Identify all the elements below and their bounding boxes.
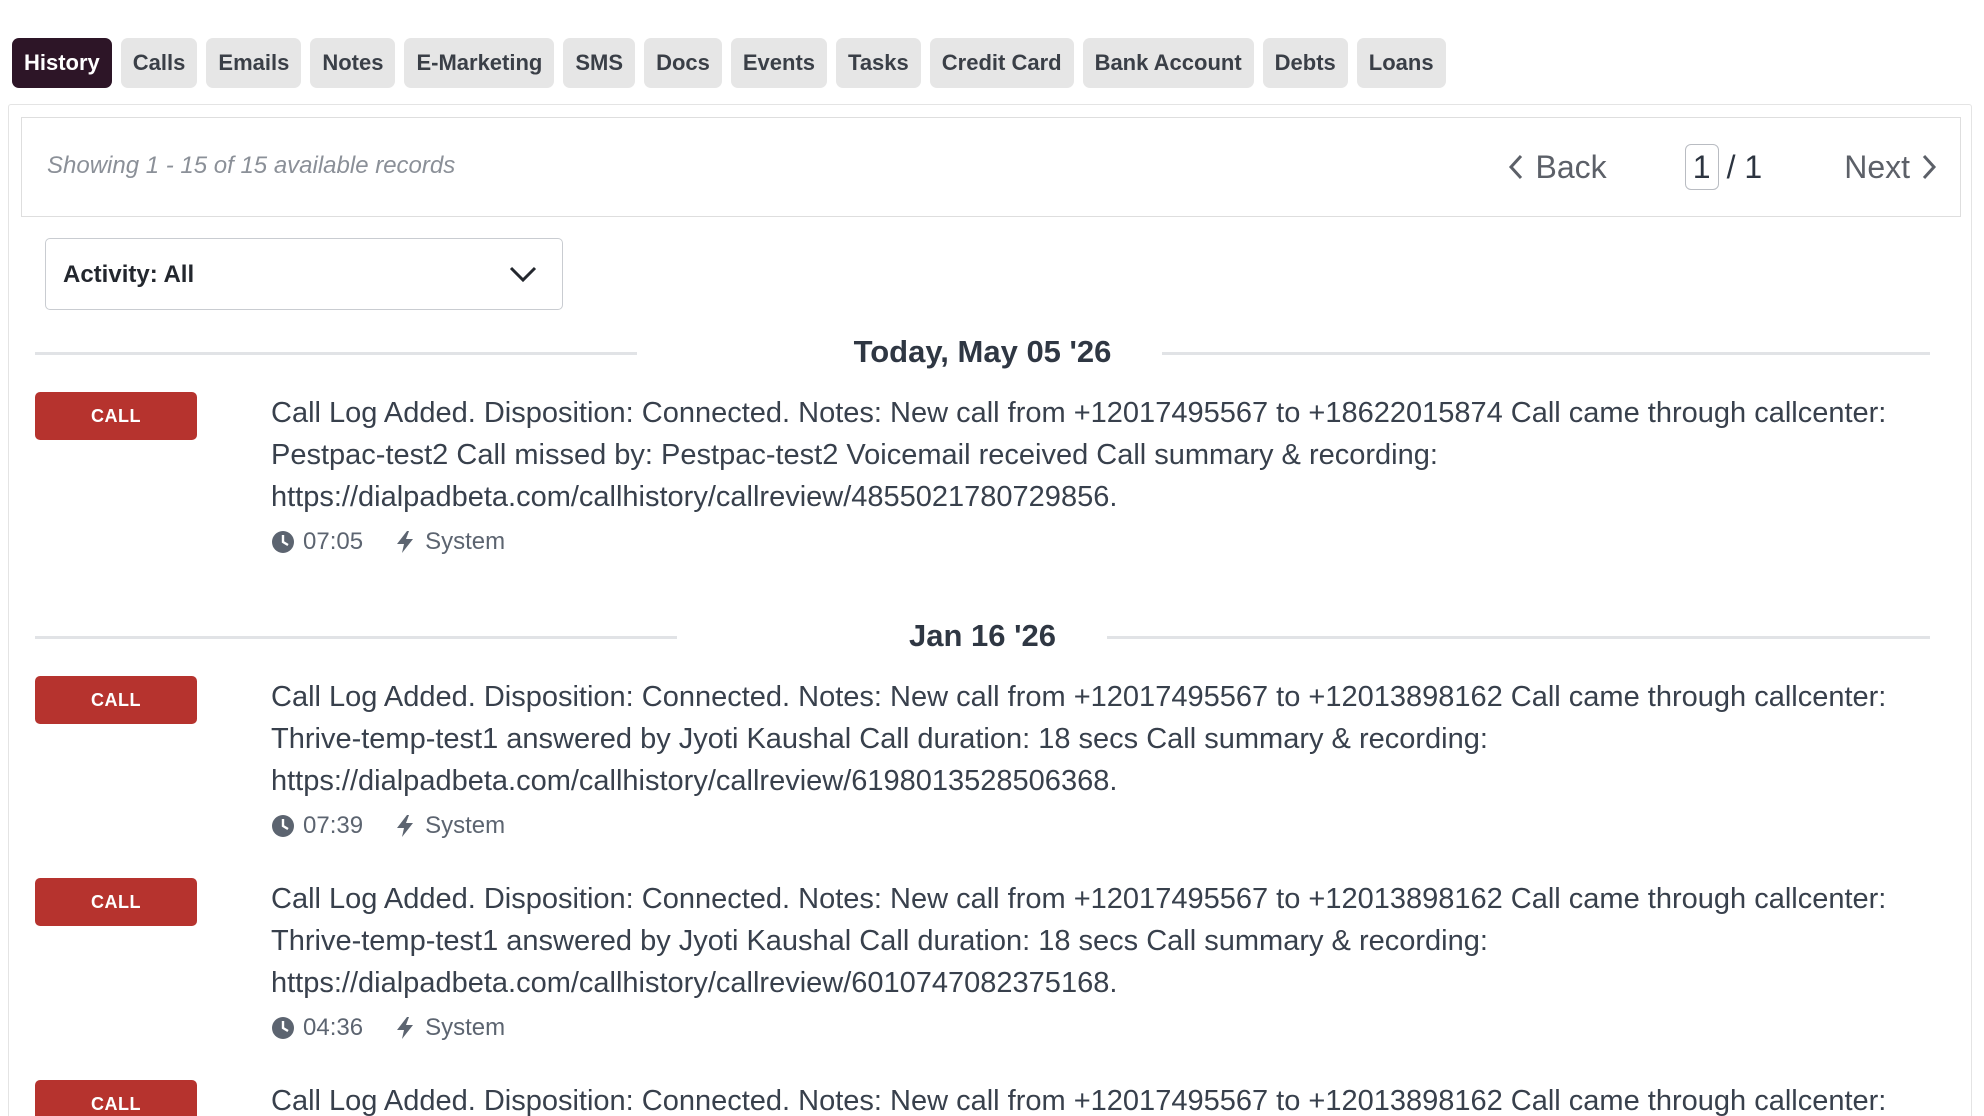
tab-credit-card[interactable]: Credit Card (929, 38, 1074, 88)
tab-loans[interactable]: Loans (1356, 38, 1446, 88)
call-badge: CALL (35, 392, 197, 440)
tab-docs[interactable]: Docs (644, 38, 722, 88)
entry-text: Call Log Added. Disposition: Connected. … (271, 681, 1887, 797)
tab-events[interactable]: Events (730, 38, 828, 88)
pager: Back 1 / 1 Next (1507, 140, 1938, 194)
entry-time: 04:36 (303, 1014, 364, 1041)
back-label: Back (1535, 148, 1607, 185)
bolt-icon (397, 815, 414, 837)
chevron-right-icon (1922, 154, 1937, 180)
date-separator: Jan 16 '26 (35, 616, 1930, 656)
next-button[interactable]: Next (1844, 149, 1938, 186)
entry-author: System (425, 1014, 506, 1041)
pagination-bar: Showing 1 - 15 of 15 available records B… (21, 117, 1961, 217)
call-badge: CALL (35, 1080, 197, 1116)
chevron-down-icon (509, 266, 537, 283)
history-entry: CALL Call Log Added. Disposition: Connec… (35, 392, 1935, 572)
tab-notes[interactable]: Notes (310, 38, 396, 88)
next-label: Next (1844, 148, 1910, 185)
clock-icon (272, 815, 294, 837)
tab-calls[interactable]: Calls (120, 38, 198, 88)
tab-tasks[interactable]: Tasks (836, 38, 921, 88)
entry-time: 07:39 (303, 812, 364, 839)
history-entry: CALL Call Log Added. Disposition: Connec… (35, 1080, 1935, 1116)
tab-sms[interactable]: SMS (563, 38, 636, 88)
page-number-input[interactable]: 1 (1684, 144, 1719, 190)
activity-filter-select[interactable]: Activity: All (45, 238, 563, 310)
tab-emails[interactable]: Emails (206, 38, 302, 88)
tab-history[interactable]: History (12, 38, 112, 88)
tab-debts[interactable]: Debts (1262, 38, 1348, 88)
entry-text: Call Log Added. Disposition: Connected. … (271, 1085, 1887, 1116)
clock-icon (272, 1017, 294, 1039)
entry-meta: 07:39 System (271, 812, 505, 840)
entry-meta: 07:05 System (271, 528, 505, 556)
date-separator: Today, May 05 '26 (35, 332, 1930, 372)
tab-bar: History Calls Emails Notes E-Marketing S… (12, 38, 1446, 88)
history-entry: CALL Call Log Added. Disposition: Connec… (35, 676, 1935, 856)
back-button[interactable]: Back (1507, 148, 1607, 186)
records-count: Showing 1 - 15 of 15 available records (47, 152, 456, 179)
entry-author: System (425, 528, 506, 555)
chevron-left-icon (1509, 154, 1523, 180)
date-heading: Today, May 05 '26 (817, 334, 1148, 369)
call-badge: CALL (35, 676, 197, 724)
call-badge: CALL (35, 878, 197, 926)
clock-icon (272, 531, 294, 553)
entry-author: System (425, 812, 506, 839)
entry-text: Call Log Added. Disposition: Connected. … (271, 397, 1887, 513)
entry-text: Call Log Added. Disposition: Connected. … (271, 883, 1887, 999)
bolt-icon (397, 531, 414, 553)
entry-meta: 04:36 System (271, 1014, 505, 1042)
history-entry: CALL Call Log Added. Disposition: Connec… (35, 878, 1935, 1058)
tab-bank-account[interactable]: Bank Account (1082, 38, 1254, 88)
date-heading: Jan 16 '26 (873, 618, 1092, 653)
page-total: / 1 (1726, 148, 1763, 185)
bolt-icon (397, 1017, 414, 1039)
tab-e-marketing[interactable]: E-Marketing (404, 38, 555, 88)
activity-filter-label: Activity: All (63, 261, 195, 288)
entry-time: 07:05 (303, 528, 364, 555)
